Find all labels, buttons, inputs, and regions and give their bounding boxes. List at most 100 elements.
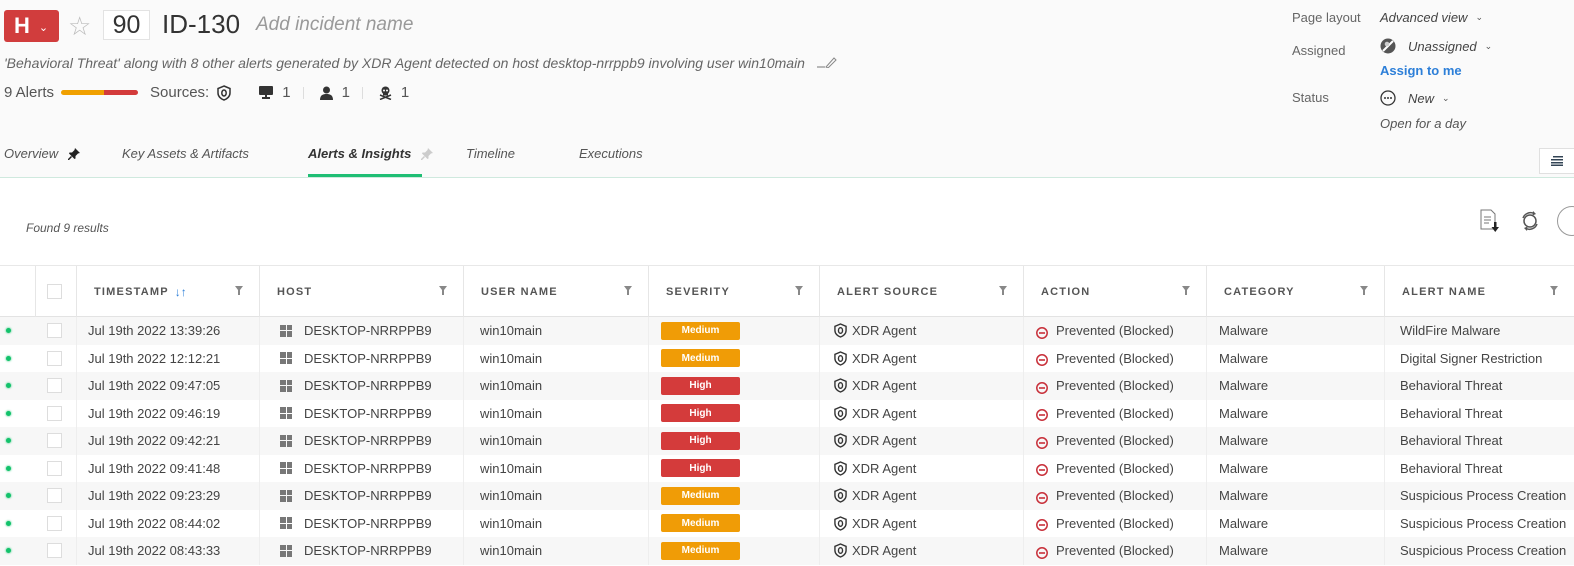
artifacts-stat[interactable]: 1 — [379, 84, 409, 101]
column-header-host[interactable]: HOST — [260, 266, 464, 317]
table-row[interactable]: Jul 19th 2022 08:44:02 DESKTOP-NRRPPB9 w… — [0, 509, 1574, 537]
row-checkbox[interactable] — [47, 515, 62, 531]
alert-name[interactable]: Digital Signer Restriction — [1400, 351, 1542, 366]
refresh-button[interactable] — [1516, 207, 1544, 235]
status-cell — [0, 317, 36, 345]
status-cell — [0, 482, 36, 510]
incident-name-input[interactable]: Add incident name — [256, 14, 413, 36]
host-name[interactable]: DESKTOP-NRRPPB9 — [304, 351, 432, 366]
page-layout-label: Page layout — [1292, 10, 1361, 25]
host-name[interactable]: DESKTOP-NRRPPB9 — [304, 433, 432, 448]
row-checkbox[interactable] — [47, 488, 62, 504]
tab-timeline[interactable]: Timeline — [466, 146, 515, 161]
status-column-header — [0, 266, 36, 317]
user-name[interactable]: win10main — [480, 351, 542, 366]
row-checkbox[interactable] — [47, 433, 62, 449]
table-row[interactable]: Jul 19th 2022 09:23:29 DESKTOP-NRRPPB9 w… — [0, 482, 1574, 510]
user-name[interactable]: win10main — [480, 433, 542, 448]
column-header-severity[interactable]: SEVERITY — [649, 266, 820, 317]
user-name[interactable]: win10main — [480, 516, 542, 531]
user-name[interactable]: win10main — [480, 323, 542, 338]
user-name[interactable]: win10main — [480, 461, 542, 476]
windows-icon — [280, 489, 292, 502]
table-row[interactable]: Jul 19th 2022 12:12:21 DESKTOP-NRRPPB9 w… — [0, 344, 1574, 372]
host-name[interactable]: DESKTOP-NRRPPB9 — [304, 488, 432, 503]
severity-badge: High — [661, 431, 740, 450]
users-stat[interactable]: 1 — [319, 84, 350, 101]
xdr-agent-shield-icon — [834, 433, 847, 448]
table-row[interactable]: Jul 19th 2022 09:41:48 DESKTOP-NRRPPB9 w… — [0, 454, 1574, 482]
alert-name[interactable]: Suspicious Process Creation — [1400, 543, 1566, 558]
filter-icon[interactable] — [235, 286, 243, 295]
user-cell: win10main — [464, 537, 649, 565]
row-checkbox[interactable] — [47, 543, 62, 559]
host-name[interactable]: DESKTOP-NRRPPB9 — [304, 543, 432, 558]
pin-icon[interactable] — [68, 147, 81, 160]
export-button[interactable] — [1476, 207, 1504, 235]
star-icon[interactable]: ☆ — [68, 11, 91, 42]
host-name[interactable]: DESKTOP-NRRPPB9 — [304, 461, 432, 476]
table-row[interactable]: Jul 19th 2022 09:46:19 DESKTOP-NRRPPB9 w… — [0, 399, 1574, 427]
tab-key-assets[interactable]: Key Assets & Artifacts — [122, 146, 249, 161]
alert-name[interactable]: Behavioral Threat — [1400, 406, 1502, 421]
filter-icon[interactable] — [439, 286, 447, 295]
filter-icon[interactable] — [1360, 286, 1368, 295]
column-header-action[interactable]: ACTION — [1024, 266, 1207, 317]
assign-to-me-link[interactable]: Assign to me — [1380, 63, 1462, 78]
severity-dropdown[interactable]: H ⌄ — [4, 10, 59, 42]
alert-name[interactable]: Suspicious Process Creation — [1400, 488, 1566, 503]
column-header-alert-name[interactable]: ALERT NAME — [1385, 266, 1574, 317]
filter-icon[interactable] — [1182, 286, 1190, 295]
filter-icon[interactable] — [1550, 286, 1558, 295]
column-header-alert-source[interactable]: ALERT SOURCE — [820, 266, 1024, 317]
user-name[interactable]: win10main — [480, 543, 542, 558]
row-checkbox[interactable] — [47, 350, 62, 366]
status-dropdown[interactable]: New ⌄ — [1380, 90, 1450, 106]
row-checkbox[interactable] — [47, 460, 62, 476]
host-name[interactable]: DESKTOP-NRRPPB9 — [304, 406, 432, 421]
refresh-icon — [1522, 211, 1538, 231]
user-name[interactable]: win10main — [480, 488, 542, 503]
filter-icon[interactable] — [624, 286, 632, 295]
filter-icon[interactable] — [795, 286, 803, 295]
row-checkbox[interactable] — [47, 323, 62, 339]
host-cell: DESKTOP-NRRPPB9 — [260, 372, 464, 400]
hosts-stat[interactable]: 1 — [259, 84, 291, 101]
row-checkbox[interactable] — [47, 378, 62, 394]
table-row[interactable]: Jul 19th 2022 08:43:33 DESKTOP-NRRPPB9 w… — [0, 537, 1574, 565]
action-text: Prevented (Blocked) — [1056, 378, 1174, 394]
assignee-dropdown[interactable]: Unassigned ⌄ — [1380, 38, 1492, 54]
table-row[interactable]: Jul 19th 2022 09:42:21 DESKTOP-NRRPPB9 w… — [0, 427, 1574, 455]
page-layout-dropdown[interactable]: Advanced view ⌄ — [1380, 10, 1483, 25]
tab-alerts-insights[interactable]: Alerts & Insights — [308, 146, 434, 161]
tab-executions[interactable]: Executions — [579, 146, 643, 161]
alert-name[interactable]: Behavioral Threat — [1400, 378, 1502, 393]
host-name[interactable]: DESKTOP-NRRPPB9 — [304, 516, 432, 531]
status-cell — [0, 427, 36, 455]
column-header-user-name[interactable]: USER NAME — [464, 266, 649, 317]
category: Malware — [1219, 488, 1269, 504]
user-name[interactable]: win10main — [480, 378, 542, 393]
category-cell: Malware — [1207, 482, 1385, 510]
column-header-category[interactable]: CATEGORY — [1207, 266, 1385, 317]
host-name[interactable]: DESKTOP-NRRPPB9 — [304, 323, 432, 338]
sort-icon[interactable]: ↓↑ — [175, 285, 187, 299]
row-checkbox[interactable] — [47, 405, 62, 421]
filter-icon[interactable] — [999, 286, 1007, 295]
alert-name[interactable]: WildFire Malware — [1400, 323, 1500, 338]
alert-name[interactable]: Behavioral Threat — [1400, 433, 1502, 448]
select-all-checkbox[interactable] — [47, 284, 62, 299]
alert-name[interactable]: Suspicious Process Creation — [1400, 516, 1566, 531]
table-row[interactable]: Jul 19th 2022 13:39:26 DESKTOP-NRRPPB9 w… — [0, 317, 1574, 345]
pin-icon[interactable] — [421, 147, 434, 160]
tab-overview[interactable]: Overview — [4, 146, 81, 161]
host-name[interactable]: DESKTOP-NRRPPB9 — [304, 378, 432, 393]
edit-pencil-icon[interactable] — [816, 55, 839, 71]
user-name[interactable]: win10main — [480, 406, 542, 421]
more-options-button[interactable] — [1557, 206, 1574, 236]
table-row[interactable]: Jul 19th 2022 09:47:05 DESKTOP-NRRPPB9 w… — [0, 372, 1574, 400]
severity-cell: High — [649, 454, 820, 482]
alert-name[interactable]: Behavioral Threat — [1400, 461, 1502, 476]
severity-cell: High — [649, 427, 820, 455]
column-header-timestamp[interactable]: TIMESTAMP ↓↑ — [77, 266, 260, 317]
